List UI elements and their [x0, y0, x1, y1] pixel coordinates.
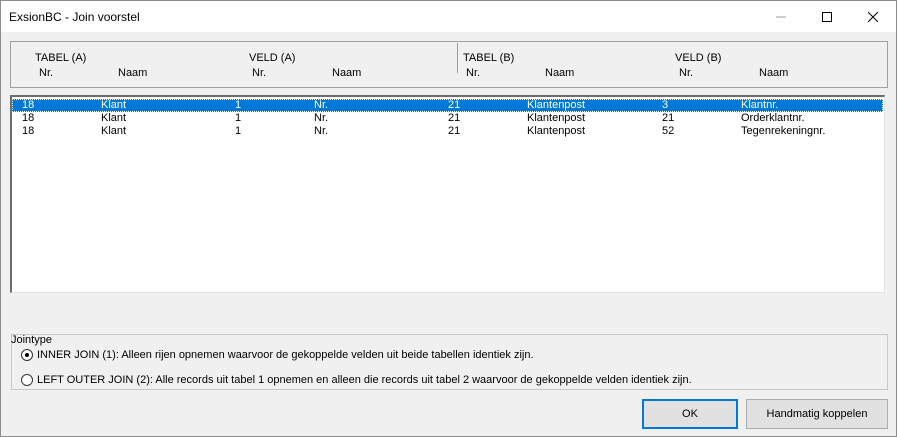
cell-va-nr: 1 [235, 112, 242, 124]
radio-button-checked[interactable] [21, 349, 33, 361]
cell-b-naam: Klantenpost [527, 112, 586, 124]
join-list[interactable]: 18 Klant 1 Nr. 21 Klantenpost 3 Klantnr.… [10, 95, 885, 293]
cell-b-nr: 21 [448, 125, 461, 137]
ok-button[interactable]: OK [642, 399, 738, 429]
close-button[interactable] [850, 1, 896, 32]
cell-vb-naam: Tegenrekeningnr. [741, 125, 826, 137]
manual-link-button[interactable]: Handmatig koppelen [746, 399, 888, 429]
cell-b-naam: Klantenpost [527, 99, 586, 111]
radio-left-outer-join-label: LEFT OUTER JOIN (2): Alle records uit ta… [37, 374, 692, 386]
header-va-nr[interactable]: Nr. [252, 67, 266, 79]
radio-button-unchecked[interactable] [21, 374, 33, 386]
maximize-button[interactable] [804, 1, 850, 32]
header-va-naam[interactable]: Naam [332, 67, 361, 79]
header-tabel-b[interactable]: TABEL (B) [463, 52, 514, 64]
cell-va-nr: 1 [235, 99, 242, 111]
jointype-legend: Jointype [11, 334, 52, 346]
minimize-icon [776, 16, 786, 17]
cell-vb-naam: Klantnr. [741, 99, 779, 111]
cell-vb-nr: 3 [662, 99, 669, 111]
cell-vb-naam: Orderklantnr. [741, 112, 805, 124]
cell-a-nr: 18 [22, 99, 35, 111]
cell-va-naam: Nr. [314, 112, 329, 124]
radio-inner-join-label: INNER JOIN (1): Alleen rijen opnemen waa… [37, 349, 534, 361]
maximize-icon [822, 11, 832, 22]
cell-a-nr: 18 [22, 112, 35, 124]
close-icon [868, 11, 878, 22]
list-item[interactable]: 18 Klant 1 Nr. 21 Klantenpost 21 Orderkl… [12, 112, 883, 125]
cell-a-nr: 18 [22, 125, 35, 137]
column-header: TABEL (A) VELD (A) TABEL (B) VELD (B) Nr… [10, 41, 888, 88]
header-b-naam[interactable]: Naam [545, 67, 574, 79]
title-bar[interactable]: ExsionBC - Join voorstel [1, 1, 896, 32]
window-title: ExsionBC - Join voorstel [9, 10, 140, 24]
radio-inner-join[interactable]: INNER JOIN (1): Alleen rijen opnemen waa… [21, 349, 534, 361]
header-tabel-a[interactable]: TABEL (A) [35, 52, 86, 64]
list-item[interactable]: 18 Klant 1 Nr. 21 Klantenpost 52 Tegenre… [12, 125, 883, 138]
cell-va-naam: Nr. [314, 125, 329, 137]
minimize-button[interactable] [758, 1, 804, 32]
header-vb-nr[interactable]: Nr. [679, 67, 693, 79]
cell-va-naam: Nr. [314, 99, 329, 111]
cell-vb-nr: 21 [662, 112, 675, 124]
header-a-nr[interactable]: Nr. [39, 67, 53, 79]
dialog-window: ExsionBC - Join voorstel TABEL (A) VELD … [0, 0, 897, 437]
list-item[interactable]: 18 Klant 1 Nr. 21 Klantenpost 3 Klantnr. [12, 99, 883, 112]
header-vb-naam[interactable]: Naam [759, 67, 788, 79]
header-a-naam[interactable]: Naam [118, 67, 147, 79]
header-veld-b[interactable]: VELD (B) [675, 52, 721, 64]
cell-b-nr: 21 [448, 99, 461, 111]
radio-left-outer-join[interactable]: LEFT OUTER JOIN (2): Alle records uit ta… [21, 374, 692, 386]
cell-a-naam: Klant [101, 99, 127, 111]
cell-vb-nr: 52 [662, 125, 675, 137]
cell-va-nr: 1 [235, 125, 242, 137]
header-veld-a[interactable]: VELD (A) [249, 52, 295, 64]
cell-b-nr: 21 [448, 112, 461, 124]
cell-b-naam: Klantenpost [527, 125, 586, 137]
cell-a-naam: Klant [101, 112, 127, 124]
cell-a-naam: Klant [101, 125, 127, 137]
header-b-nr[interactable]: Nr. [466, 67, 480, 79]
header-divider[interactable] [457, 43, 458, 73]
